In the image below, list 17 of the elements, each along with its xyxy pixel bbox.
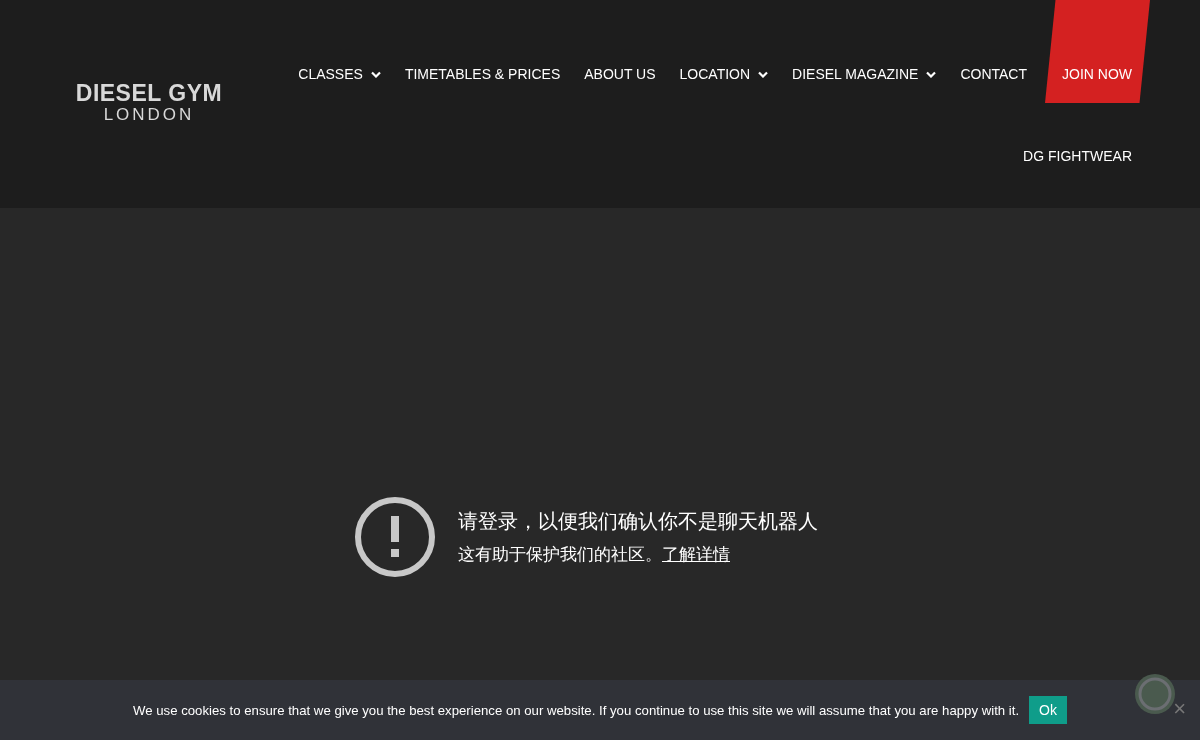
warning-icon: [354, 496, 436, 578]
chevron-down-icon: [758, 70, 769, 78]
cookie-text: We use cookies to ensure that we give you the best experience on our website. If you continue to use this site we will assume that you are happy with it.: [133, 702, 1020, 718]
nav-link[interactable]: DIESEL MAGAZINE: [780, 0, 949, 104]
nav-link[interactable]: TIMETABLES & PRICES: [392, 0, 573, 104]
logo[interactable]: DIESEL GYM LONDON: [58, 82, 240, 124]
nav-link[interactable]: ABOUT US: [572, 0, 668, 104]
nav-link[interactable]: DG FIGHTWEAR: [1011, 104, 1150, 164]
nav-link[interactable]: CLASSES: [286, 0, 393, 104]
nav-link[interactable]: CONTACT: [948, 0, 1039, 104]
chevron-down-icon: [370, 70, 381, 78]
notice-text: 这有助于保护我们的社区。: [458, 544, 662, 564]
chevron-down-icon: [926, 70, 937, 78]
learn-more-link[interactable]: 了解详情: [662, 544, 730, 564]
join-now-link[interactable]: JOIN NOW: [1045, 0, 1150, 103]
nav-link[interactable]: LOCATION: [667, 0, 781, 104]
notice-title: 请登录，以便我们确认你不是聊天机器人: [458, 508, 818, 535]
